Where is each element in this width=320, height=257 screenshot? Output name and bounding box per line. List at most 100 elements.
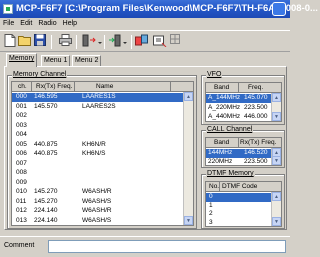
tab-menu-2[interactable]: Menu 2 xyxy=(72,55,102,66)
memory-row[interactable]: 012 224.140 W6ASH/R xyxy=(12,207,184,216)
memory-row[interactable]: 004 xyxy=(12,131,184,140)
memory-row-freq: 440.875 xyxy=(34,150,58,157)
memory-row-freq: 224.140 xyxy=(34,216,58,224)
scroll-down-icon[interactable]: ▼ xyxy=(272,156,281,165)
dtmf-table-header: No. DTMF Code xyxy=(206,182,281,192)
tab-memory[interactable]: Memory xyxy=(6,53,38,67)
menu-edit[interactable]: Edit xyxy=(17,18,35,27)
header-freq[interactable]: Freq. xyxy=(248,84,263,91)
memory-row-freq: 145.270 xyxy=(34,188,58,195)
call-row[interactable]: 144MHz 146.520 xyxy=(206,149,272,158)
vfo-title: VFO xyxy=(206,71,223,78)
memory-row[interactable]: 013 224.140 W6ASH/S xyxy=(12,217,184,226)
tab-menu-1[interactable]: Menu 1 xyxy=(41,55,71,66)
vfo-table[interactable]: Band Freq. A_144MHz 145.070 A_220MHz 223.50… xyxy=(205,82,282,122)
call-row-band: 144MHz xyxy=(208,149,233,156)
dtmf-row[interactable]: 3 xyxy=(206,218,272,227)
open-folder-icon[interactable] xyxy=(17,34,33,49)
channel-edit-icon[interactable] xyxy=(152,34,168,49)
app-icon xyxy=(3,4,13,14)
memory-row-freq: 145.570 xyxy=(34,102,58,110)
memory-row[interactable]: 006 440.875 KH6N/S xyxy=(12,150,184,159)
memory-row-name: LAARES1S xyxy=(82,93,116,100)
vfo-row-band: A_440MHz xyxy=(208,113,241,120)
memory-row-name: W6ASH/S xyxy=(82,197,112,205)
dtmf-row-no: 3 xyxy=(209,218,213,226)
vfo-row[interactable]: A_144MHz 145.070 xyxy=(206,94,272,103)
memory-row-ch: 004 xyxy=(16,131,27,138)
memory-scrollbar[interactable]: ▲ ▼ xyxy=(183,92,193,225)
memory-row[interactable]: 009 xyxy=(12,179,184,188)
scroll-down-icon[interactable]: ▼ xyxy=(272,112,281,121)
new-file-icon[interactable] xyxy=(2,34,18,49)
memory-row[interactable]: 007 xyxy=(12,160,184,169)
minimize-button[interactable] xyxy=(272,2,286,16)
tab-memory-label: Memory xyxy=(9,55,35,62)
header-code[interactable]: DTMF Code xyxy=(222,183,257,190)
header-no[interactable]: No. xyxy=(209,183,219,190)
vfo-row-freq: 446.000 xyxy=(244,113,268,120)
header-name[interactable]: Name xyxy=(96,83,113,90)
print-icon[interactable] xyxy=(57,34,73,49)
memory-row-name: KH6N/R xyxy=(82,140,106,148)
scroll-down-icon[interactable]: ▼ xyxy=(272,217,281,226)
memory-row-name: LAARES2S xyxy=(82,102,116,110)
scroll-up-icon[interactable]: ▲ xyxy=(184,92,193,101)
memory-row-ch: 008 xyxy=(16,169,27,176)
memory-row-ch: 010 xyxy=(16,188,27,195)
memory-row-ch: 011 xyxy=(16,197,27,205)
write-to-radio-icon[interactable] xyxy=(108,34,128,49)
header-freq[interactable]: Rx(Tx) Freq. xyxy=(240,139,276,146)
memory-row-ch: 007 xyxy=(16,159,27,167)
dtmf-scrollbar[interactable]: ▲ ▼ xyxy=(271,192,281,226)
dtmf-table[interactable]: No. DTMF Code 0123 ▲ ▼ xyxy=(205,181,282,227)
memory-row-ch: 009 xyxy=(16,178,27,186)
memory-channel-table[interactable]: ch. Rx(Tx) Freq. Name 000 146.595 LAARES1S… xyxy=(11,81,194,226)
memory-row[interactable]: 002 xyxy=(12,112,184,121)
memory-row[interactable]: 000 146.595 LAARES1S xyxy=(12,93,184,102)
memory-row-freq: 145.270 xyxy=(34,197,58,205)
memory-row[interactable]: 008 xyxy=(12,169,184,178)
memory-channel-title: Memory Channel xyxy=(12,71,68,78)
header-freq[interactable]: Rx(Tx) Freq. xyxy=(36,83,72,90)
menu-help[interactable]: Help xyxy=(60,18,80,27)
memory-row-ch: 000 xyxy=(16,93,27,100)
memory-row-ch: 001 xyxy=(16,102,27,110)
header-band[interactable]: Band xyxy=(214,139,229,146)
read-from-radio-icon[interactable] xyxy=(82,34,102,49)
vfo-row[interactable]: A_440MHz 446.000 xyxy=(206,113,272,121)
scroll-up-icon[interactable]: ▲ xyxy=(272,93,281,102)
call-row-band: 220MHz xyxy=(208,158,233,165)
call-table-header: Band Rx(Tx) Freq. xyxy=(206,138,281,148)
memory-row-name: W6ASH/S xyxy=(82,216,112,224)
memory-row[interactable]: 003 xyxy=(12,122,184,131)
title-bar[interactable]: MCP-F6F7 [C:\Program Files\Kenwood\MCP-F… xyxy=(0,0,318,18)
memory-transfer-icon[interactable] xyxy=(135,34,153,49)
save-icon[interactable] xyxy=(32,34,48,49)
call-row[interactable]: 220MHz 223.500 xyxy=(206,158,272,165)
dtmf-row-no: 1 xyxy=(209,201,213,209)
menu-radio[interactable]: Radio xyxy=(35,18,59,27)
memory-row[interactable]: 011 145.270 W6ASH/S xyxy=(12,198,184,207)
vfo-row[interactable]: A_220MHz 223.500 xyxy=(206,104,272,113)
memory-row-ch: 003 xyxy=(16,121,27,129)
call-table[interactable]: Band Rx(Tx) Freq. 144MHz 146.520 220MHz 223… xyxy=(205,137,282,166)
memory-row[interactable]: 001 145.570 LAARES2S xyxy=(12,103,184,112)
call-scrollbar[interactable]: ▲ ▼ xyxy=(271,148,281,165)
memory-row-name: W6ASH/R xyxy=(82,188,112,195)
dtmf-row-no: 2 xyxy=(209,210,213,217)
memory-row-freq: 146.595 xyxy=(34,93,58,100)
memory-row[interactable]: 005 440.875 KH6N/R xyxy=(12,141,184,150)
scroll-up-icon[interactable]: ▲ xyxy=(272,192,281,201)
memory-row[interactable]: 010 145.270 W6ASH/R xyxy=(12,188,184,197)
vfo-scrollbar[interactable]: ▲ ▼ xyxy=(271,93,281,121)
header-band[interactable]: Band xyxy=(214,84,229,91)
memory-channel-group: Memory Channel ch. Rx(Tx) Freq. Name 000… xyxy=(7,71,197,229)
grid-icon[interactable] xyxy=(169,34,181,49)
toolbar xyxy=(0,30,290,52)
menu-file[interactable]: File xyxy=(0,18,17,27)
comment-field[interactable] xyxy=(48,240,286,253)
scroll-down-icon[interactable]: ▼ xyxy=(184,216,193,225)
memory-row-ch: 006 xyxy=(16,150,27,157)
header-ch[interactable]: ch. xyxy=(18,83,27,90)
